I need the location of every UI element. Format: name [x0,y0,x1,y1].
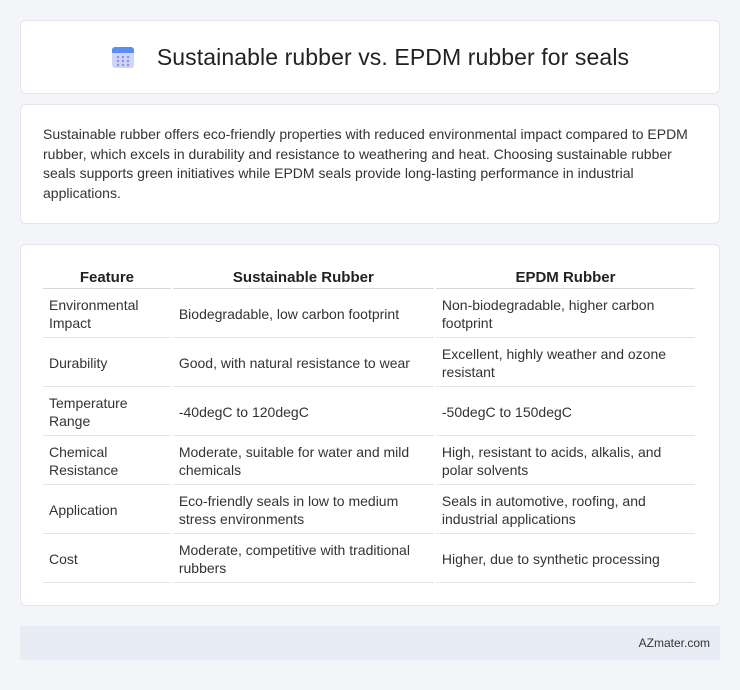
cell-sustainable: Moderate, suitable for water and mild ch… [172,438,434,485]
cell-epdm: Seals in automotive, roofing, and indust… [435,487,695,534]
footer: AZmater.com [20,626,720,660]
table-row: Temperature Range -40degC to 120degC -50… [43,389,695,436]
cell-sustainable: Good, with natural resistance to wear [172,340,434,387]
header-feature: Feature [43,265,171,289]
cell-feature: Environmental Impact [43,291,171,338]
cell-epdm: Excellent, highly weather and ozone resi… [435,340,695,387]
table-row: Durability Good, with natural resistance… [43,340,695,387]
cell-feature: Durability [43,340,171,387]
footer-site-link[interactable]: AZmater.com [639,636,710,650]
header-sustainable-rubber: Sustainable Rubber [172,265,434,289]
table-row: Chemical Resistance Moderate, suitable f… [43,438,695,485]
table-header-row: Feature Sustainable Rubber EPDM Rubber [43,265,695,289]
comparison-table-card: Feature Sustainable Rubber EPDM Rubber E… [20,244,720,606]
page-title: Sustainable rubber vs. EPDM rubber for s… [156,43,630,70]
cell-sustainable: Moderate, competitive with traditional r… [172,536,434,583]
cell-sustainable: Eco-friendly seals in low to medium stre… [172,487,434,534]
cell-feature: Application [43,487,171,534]
cell-sustainable: Biodegradable, low carbon footprint [172,291,434,338]
cell-epdm: -50degC to 150degC [435,389,695,436]
header-epdm-rubber: EPDM Rubber [435,265,695,289]
cell-feature: Temperature Range [43,389,171,436]
cell-sustainable: -40degC to 120degC [172,389,434,436]
table-row: Environmental Impact Biodegradable, low … [43,291,695,338]
table-row: Cost Moderate, competitive with traditio… [43,536,695,583]
calendar-icon [111,45,135,69]
intro-card: Sustainable rubber offers eco-friendly p… [20,104,720,224]
cell-epdm: High, resistant to acids, alkalis, and p… [435,438,695,485]
title-card: Sustainable rubber vs. EPDM rubber for s… [20,20,720,94]
cell-epdm: Higher, due to synthetic processing [435,536,695,583]
cell-feature: Chemical Resistance [43,438,171,485]
intro-text: Sustainable rubber offers eco-friendly p… [43,126,688,201]
cell-epdm: Non-biodegradable, higher carbon footpri… [435,291,695,338]
table-row: Application Eco-friendly seals in low to… [43,487,695,534]
cell-feature: Cost [43,536,171,583]
comparison-table: Feature Sustainable Rubber EPDM Rubber E… [41,263,697,585]
